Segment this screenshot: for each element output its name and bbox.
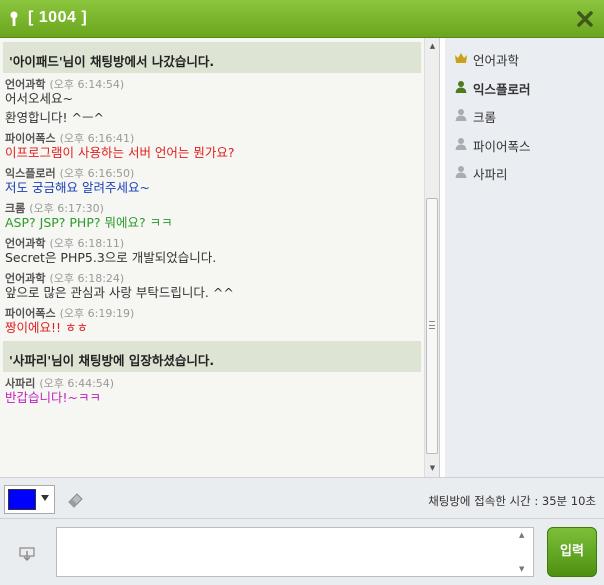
- chat-message: 언어과학 (오후 6:18:24) 앞으로 많은 관심과 사랑 부탁드립니다. ^^: [0, 267, 424, 302]
- chat-message-list: '아이패드'님이 채팅방에서 나갔습니다. 언어과학 (오후 6:14:54) 어서오…: [0, 38, 424, 477]
- scroll-down-arrow-icon[interactable]: ▼: [519, 565, 524, 573]
- crown-icon: [455, 53, 467, 63]
- scroll-down-arrow-icon[interactable]: ▼: [428, 464, 437, 473]
- user-icon: [455, 80, 467, 93]
- message-meta: 언어과학 (오후 6:14:54): [5, 73, 424, 91]
- user-name: 사파리: [473, 167, 508, 182]
- input-scrollbar[interactable]: ▲ ▼: [517, 531, 529, 573]
- message-meta: 사파리 (오후 6:44:54): [5, 372, 424, 390]
- color-swatch: [8, 489, 36, 510]
- message-meta: 언어과학 (오후 6:18:24): [5, 267, 424, 285]
- chevron-down-icon: [41, 495, 49, 501]
- message-text: 어서오세요~: [5, 91, 73, 106]
- title-bar: [ 1004 ]: [0, 0, 604, 38]
- scroll-up-arrow-icon[interactable]: ▲: [428, 42, 437, 51]
- room-title: [ 1004 ]: [28, 9, 88, 26]
- chat-message: 사파리 (오후 6:44:54) 반갑습니다!~ㅋㅋ: [0, 372, 424, 407]
- text-color-picker[interactable]: [4, 485, 55, 514]
- chat-message: 언어과학 (오후 6:18:11) Secret은 PHP5.3으로 개발되었습니다…: [0, 232, 424, 267]
- user-icon: [455, 137, 467, 150]
- message-text: 환영합니다! ^ㅡ^: [5, 110, 104, 125]
- elapsed-time: 채팅방에 접속한 시간 : 35분 10초: [428, 494, 596, 508]
- download-icon[interactable]: [18, 545, 36, 563]
- message-text: 이프로그램이 사용하는 서버 언어는 뭔가요?: [5, 145, 235, 160]
- chat-scrollbar[interactable]: ▲ ▼: [424, 38, 439, 477]
- user-name: 파이어폭스: [473, 138, 531, 154]
- user-list: 언어과학익스플로러크롬파이어폭스사파리: [445, 38, 604, 477]
- chat-message: 크롬 (오후 6:17:30) ASP? JSP? PHP? 뭐에요? ㅋㅋ: [0, 197, 424, 232]
- message-text: ASP? JSP? PHP? 뭐에요? ㅋㅋ: [5, 215, 173, 230]
- user-icon: [455, 166, 467, 178]
- system-notice: '아이패드'님이 채팅방에서 나갔습니다.: [3, 42, 421, 73]
- close-icon[interactable]: [576, 10, 594, 28]
- message-text: 저도 궁금해요 알려주세요~: [5, 180, 150, 195]
- scroll-thumb[interactable]: [426, 198, 438, 454]
- message-meta: 언어과학 (오후 6:18:11): [5, 232, 424, 250]
- composer: ▲ ▼ 입력: [0, 519, 604, 585]
- message-text: 짱이에요!! ㅎㅎ: [5, 320, 88, 335]
- grip-icon: [429, 321, 435, 329]
- message-meta: 크롬 (오후 6:17:30): [5, 197, 424, 215]
- message-input[interactable]: [56, 527, 534, 577]
- chat-message: 언어과학 (오후 6:14:54) 어서오세요~ 환영합니다! ^ㅡ^: [0, 73, 424, 127]
- message-meta: 파이어폭스 (오후 6:19:19): [5, 302, 424, 320]
- key-icon: [10, 11, 18, 26]
- message-meta: 익스플로러 (오후 6:16:50): [5, 162, 424, 180]
- user-name: 언어과학: [473, 53, 520, 68]
- user-name: 크롬: [473, 110, 497, 125]
- chat-message: 파이어폭스 (오후 6:19:19) 짱이에요!! ㅎㅎ: [0, 302, 424, 337]
- message-text: 반갑습니다!~ㅋㅋ: [5, 390, 101, 405]
- chat-message: 익스플로러 (오후 6:16:50) 저도 궁금해요 알려주세요~: [0, 162, 424, 197]
- chat-toolbar: 채팅방에 접속한 시간 : 35분 10초: [0, 477, 604, 519]
- chat-message: 파이어폭스 (오후 6:16:41) 이프로그램이 사용하는 서버 언어는 뭔가요?: [0, 127, 424, 162]
- user-icon: [455, 109, 467, 121]
- message-text: Secret은 PHP5.3으로 개발되었습니다.: [5, 250, 217, 265]
- eraser-icon[interactable]: [66, 489, 86, 509]
- message-text: 앞으로 많은 관심과 사랑 부탁드립니다. ^^: [5, 285, 234, 300]
- system-notice: '사파리'님이 채팅방에 입장하셨습니다.: [3, 341, 421, 372]
- send-button[interactable]: 입력: [547, 527, 597, 577]
- scroll-up-arrow-icon[interactable]: ▲: [519, 531, 524, 539]
- message-meta: 파이어폭스 (오후 6:16:41): [5, 127, 424, 145]
- user-name: 익스플로러: [473, 81, 531, 97]
